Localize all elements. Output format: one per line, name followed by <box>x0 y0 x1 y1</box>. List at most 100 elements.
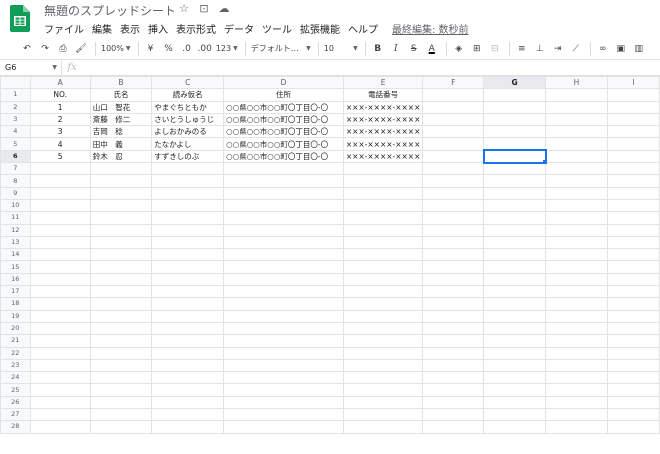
cell-g17[interactable] <box>483 285 547 299</box>
cell-b18[interactable] <box>89 297 153 311</box>
row-header[interactable]: 20 <box>0 321 31 336</box>
cell-f12[interactable] <box>422 223 485 237</box>
cell-c28[interactable] <box>151 420 225 434</box>
cell-d12[interactable] <box>223 223 344 237</box>
cell-e2[interactable]: ×××-××××-×××× <box>342 100 424 114</box>
cell-d20[interactable] <box>223 321 344 336</box>
cell-g28[interactable] <box>483 420 547 434</box>
cell-h1[interactable] <box>545 88 608 102</box>
cell-g23[interactable] <box>483 358 547 373</box>
cell-e27[interactable] <box>342 408 424 422</box>
cell-h14[interactable] <box>545 248 608 262</box>
cell-i15[interactable] <box>606 260 660 274</box>
row-header[interactable]: 23 <box>0 358 31 373</box>
cell-e21[interactable] <box>342 334 424 348</box>
cell-a2[interactable]: 1 <box>29 100 91 114</box>
cell-e14[interactable] <box>342 248 424 262</box>
row-header[interactable]: 6 <box>0 149 31 164</box>
cell-b27[interactable] <box>89 408 153 422</box>
cell-g2[interactable] <box>483 100 547 114</box>
cell-e8[interactable] <box>342 174 424 188</box>
cell-e18[interactable] <box>342 297 424 311</box>
cell-i19[interactable] <box>606 309 660 323</box>
cell-i25[interactable] <box>606 383 660 397</box>
cell-a10[interactable] <box>29 198 91 213</box>
merge-cells-icon[interactable]: ⊟ <box>488 41 502 57</box>
row-header[interactable]: 28 <box>0 420 31 434</box>
cell-a15[interactable] <box>29 260 91 274</box>
column-header-f[interactable]: F <box>422 76 485 90</box>
cell-c20[interactable] <box>151 321 225 336</box>
cell-a28[interactable] <box>29 420 91 434</box>
cell-a22[interactable] <box>29 346 91 360</box>
insert-chart-icon[interactable]: ▥ <box>632 41 646 57</box>
row-header[interactable]: 2 <box>0 100 31 114</box>
cell-d28[interactable] <box>223 420 344 434</box>
cell-h8[interactable] <box>545 174 608 188</box>
column-header-c[interactable]: C <box>151 76 225 90</box>
cell-f28[interactable] <box>422 420 485 434</box>
cell-f19[interactable] <box>422 309 485 323</box>
cell-f26[interactable] <box>422 395 485 410</box>
cell-h17[interactable] <box>545 285 608 299</box>
cell-c7[interactable] <box>151 162 225 176</box>
cell-g20[interactable] <box>483 321 547 336</box>
row-header[interactable]: 11 <box>0 211 31 225</box>
cell-e5[interactable]: ×××-××××-×××× <box>342 137 424 151</box>
cell-g11[interactable] <box>483 211 547 225</box>
text-color-button[interactable]: A <box>425 41 439 57</box>
cell-h27[interactable] <box>545 408 608 422</box>
cell-f17[interactable] <box>422 285 485 299</box>
cell-i3[interactable] <box>606 112 660 127</box>
font-family-select[interactable]: デフォルト… ▼ <box>251 43 311 54</box>
menu-tools[interactable]: ツール <box>262 21 292 36</box>
cell-b9[interactable] <box>89 186 153 200</box>
cell-e16[interactable] <box>342 272 424 287</box>
cell-h7[interactable] <box>545 162 608 176</box>
cell-d22[interactable] <box>223 346 344 360</box>
row-header[interactable]: 16 <box>0 272 31 287</box>
cell-a18[interactable] <box>29 297 91 311</box>
cell-a12[interactable] <box>29 223 91 237</box>
cell-d9[interactable] <box>223 186 344 200</box>
cell-f15[interactable] <box>422 260 485 274</box>
cell-h9[interactable] <box>545 186 608 200</box>
cell-i27[interactable] <box>606 408 660 422</box>
cell-d27[interactable] <box>223 408 344 422</box>
cell-b10[interactable] <box>89 198 153 213</box>
row-header[interactable]: 19 <box>0 309 31 323</box>
cell-h2[interactable] <box>545 100 608 114</box>
borders-icon[interactable]: ⊞ <box>470 41 484 57</box>
cell-f4[interactable] <box>422 125 485 139</box>
cell-c22[interactable] <box>151 346 225 360</box>
cell-b14[interactable] <box>89 248 153 262</box>
row-header[interactable]: 21 <box>0 334 31 348</box>
cell-c14[interactable] <box>151 248 225 262</box>
cell-d17[interactable] <box>223 285 344 299</box>
cell-b17[interactable] <box>89 285 153 299</box>
cell-a11[interactable] <box>29 211 91 225</box>
cell-g15[interactable] <box>483 260 547 274</box>
cell-i4[interactable] <box>606 125 660 139</box>
cell-a17[interactable] <box>29 285 91 299</box>
cell-e7[interactable] <box>342 162 424 176</box>
cell-e15[interactable] <box>342 260 424 274</box>
row-header[interactable]: 27 <box>0 408 31 422</box>
cell-i20[interactable] <box>606 321 660 336</box>
cell-b7[interactable] <box>89 162 153 176</box>
zoom-select[interactable]: 100% ▼ <box>101 44 131 53</box>
cell-b25[interactable] <box>89 383 153 397</box>
cell-f5[interactable] <box>422 137 485 151</box>
row-header[interactable]: 13 <box>0 235 31 250</box>
cell-i11[interactable] <box>606 211 660 225</box>
cell-a23[interactable] <box>29 358 91 373</box>
row-header[interactable]: 26 <box>0 395 31 410</box>
insert-comment-icon[interactable]: ▣ <box>614 41 628 57</box>
cell-c16[interactable] <box>151 272 225 287</box>
cell-d13[interactable] <box>223 235 344 250</box>
cell-f3[interactable] <box>422 112 485 127</box>
cell-c1[interactable]: 読み仮名 <box>151 88 225 102</box>
cell-h23[interactable] <box>545 358 608 373</box>
cell-e22[interactable] <box>342 346 424 360</box>
cell-f21[interactable] <box>422 334 485 348</box>
